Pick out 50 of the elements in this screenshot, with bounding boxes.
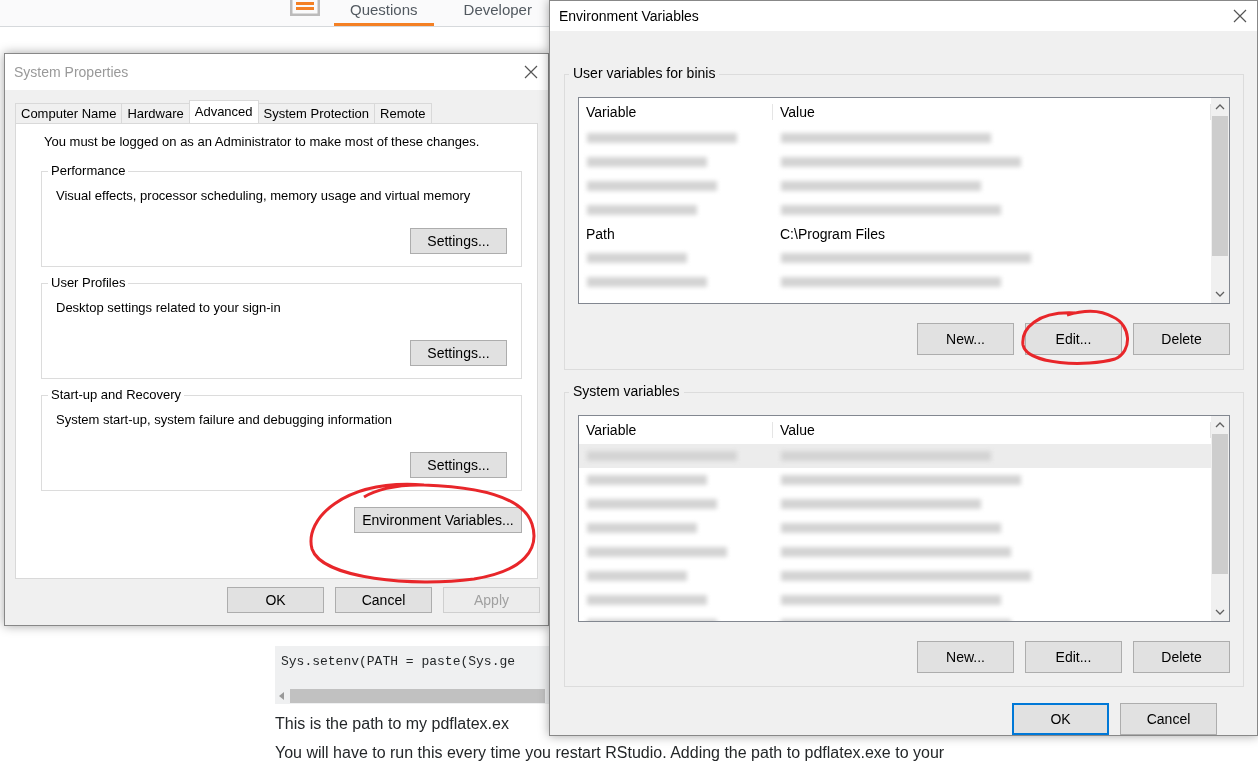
nav-tab[interactable]: Questions xyxy=(334,1,434,26)
scroll-down-icon[interactable] xyxy=(1215,608,1225,615)
paragraph: You will have to run this every time you restart RStudio. Adding the path to pdflatex.exe to your xyxy=(275,743,945,762)
vertical-scrollbar[interactable] xyxy=(1211,98,1229,303)
tab[interactable]: Remote xyxy=(374,103,432,123)
column-header[interactable]: Variable xyxy=(579,104,773,120)
scroll-up-icon[interactable] xyxy=(1215,104,1225,110)
tab[interactable]: Advanced xyxy=(188,100,259,123)
vertical-scrollbar[interactable] xyxy=(1211,415,1229,621)
notice-text: You must be logged on as an Administrator to make most of these changes. xyxy=(44,134,481,149)
group-description: System start-up, system failure and debugging information xyxy=(56,412,393,427)
group-title: Start-up and Recovery xyxy=(48,387,185,402)
environment-variables-button[interactable]: Environment Variables... xyxy=(354,507,522,533)
group-title: System variables xyxy=(569,382,684,399)
list-action-button[interactable]: Edit... xyxy=(1025,640,1122,673)
group-title: User Profiles xyxy=(48,275,129,290)
code-block: Sys.setenv(PATH = paste(Sys.ge xyxy=(275,646,549,688)
group-description: Desktop settings related to your sign-in xyxy=(56,300,282,315)
horizontal-scrollbar[interactable] xyxy=(275,688,549,704)
dialog-button[interactable]: Cancel xyxy=(1120,703,1217,735)
list-action-button[interactable]: Delete xyxy=(1133,323,1230,355)
list-action-button[interactable]: New... xyxy=(917,323,1014,355)
list-action-button[interactable]: New... xyxy=(917,640,1014,673)
list-row[interactable] xyxy=(579,443,1211,468)
stack-logo-icon[interactable] xyxy=(290,0,320,16)
settings-button[interactable]: Settings... xyxy=(410,228,507,254)
settings-button[interactable]: Settings... xyxy=(410,452,507,478)
tab[interactable]: Computer Name xyxy=(15,103,123,123)
close-icon[interactable] xyxy=(1233,9,1247,23)
scroll-down-icon[interactable] xyxy=(1215,291,1225,297)
dialog-button[interactable]: Cancel xyxy=(335,587,432,613)
group-title: User variables for binis xyxy=(569,65,720,81)
column-header[interactable]: Variable xyxy=(579,421,773,438)
group-description: Visual effects, processor scheduling, memory usage and virtual memory xyxy=(56,188,472,203)
paragraph: This is the path to my pdflatex.ex xyxy=(275,714,509,733)
dialog-button[interactable]: OK xyxy=(227,587,324,613)
scroll-left-icon[interactable] xyxy=(279,692,284,700)
tab[interactable]: System Protection xyxy=(257,103,376,123)
group-title: Performance xyxy=(48,163,129,178)
list-action-button[interactable]: Edit... xyxy=(1025,323,1122,355)
variable-name: Path xyxy=(585,226,616,242)
list-action-button[interactable]: Delete xyxy=(1133,640,1230,673)
settings-button[interactable]: Settings... xyxy=(410,340,507,366)
scroll-up-icon[interactable] xyxy=(1215,421,1225,428)
close-icon[interactable] xyxy=(524,65,538,79)
dialog-button[interactable]: OK xyxy=(1012,703,1109,735)
window-title: Environment Variables xyxy=(559,8,699,24)
variable-value: C:\Program Files xyxy=(779,226,887,242)
nav-tab[interactable]: Developer xyxy=(447,1,548,26)
window-title: System Properties xyxy=(14,64,129,80)
